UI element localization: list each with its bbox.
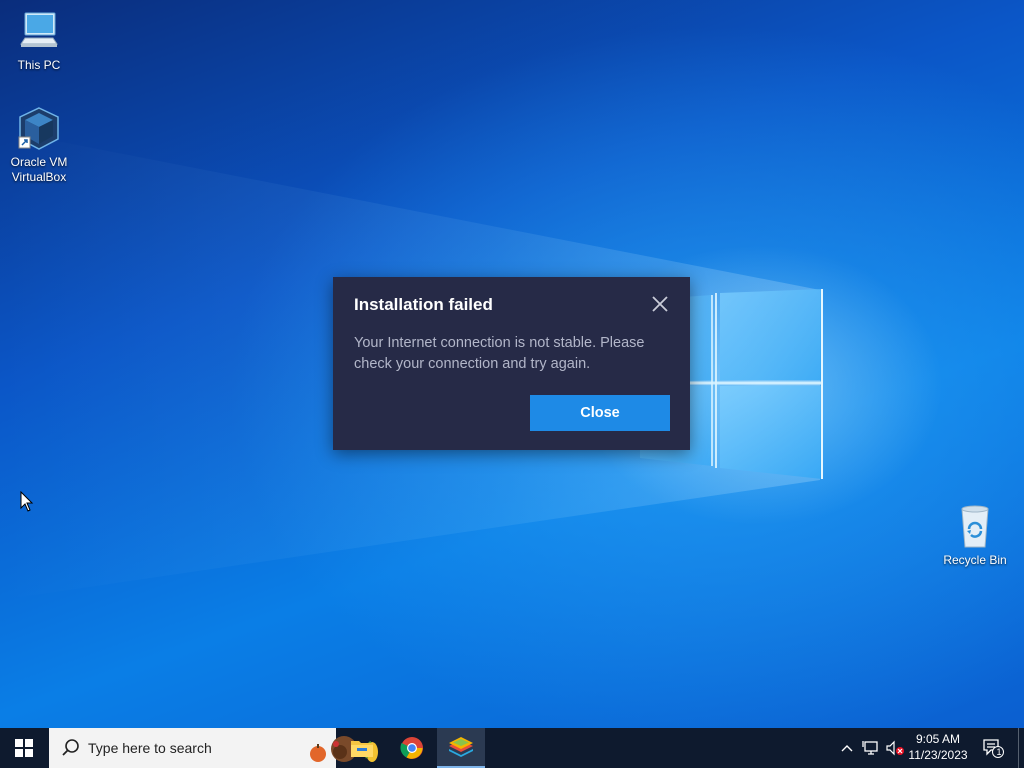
search-placeholder: Type here to search [88, 740, 212, 756]
action-center-button[interactable]: 1 [978, 728, 1008, 768]
desktop: This PC Oracle VM VirtualBox Recycle Bin… [0, 0, 1024, 728]
volume-tray-button[interactable] [884, 728, 906, 768]
virtualbox-icon [15, 105, 63, 153]
dialog-message: Your Internet connection is not stable. … [354, 335, 645, 372]
notification-count-badge: 1 [996, 747, 1002, 757]
clock-time: 9:05 AM [915, 732, 961, 746]
taskbar-file-explorer[interactable] [338, 728, 386, 768]
taskbar-clock[interactable]: 9:05 AM 11/23/2023 [905, 731, 971, 763]
recycle-bin-icon [951, 503, 999, 551]
desktop-icon-label: Oracle VM VirtualBox [10, 155, 68, 184]
taskbar-bluestacks[interactable] [437, 728, 485, 768]
bluestacks-icon [449, 737, 473, 757]
windows-logo-icon [15, 739, 33, 757]
volume-muted-icon [886, 740, 904, 756]
start-button[interactable] [0, 728, 48, 768]
desktop-icon-virtualbox[interactable]: Oracle VM VirtualBox [2, 105, 76, 185]
show-desktop-button[interactable] [1018, 728, 1024, 768]
search-icon [61, 738, 81, 763]
clock-date: 11/23/2023 [908, 748, 968, 762]
desktop-icon-this-pc[interactable]: This PC [2, 8, 76, 73]
show-hidden-icons-button[interactable] [838, 728, 856, 768]
file-explorer-icon [351, 741, 373, 757]
taskbar-chrome[interactable] [388, 728, 436, 768]
close-icon[interactable] [649, 293, 671, 315]
installation-failed-dialog: Installation failed Your Internet connec… [333, 277, 690, 450]
network-tray-button[interactable] [860, 728, 882, 768]
taskbar: Type here to search 9:05 AM 11/23/2023 1 [0, 728, 1024, 768]
desktop-icon-recycle-bin[interactable]: Recycle Bin [938, 503, 1012, 568]
desktop-icon-label: This PC [17, 58, 61, 72]
close-button[interactable]: Close [530, 395, 670, 431]
desktop-icon-label: Recycle Bin [943, 553, 1007, 567]
dialog-title: Installation failed [354, 295, 493, 314]
computer-icon [15, 8, 63, 56]
taskbar-search-box[interactable]: Type here to search [49, 728, 378, 768]
chevron-up-icon [841, 745, 853, 752]
network-icon [862, 741, 878, 755]
mouse-pointer-icon [20, 490, 34, 518]
chrome-icon [400, 737, 423, 759]
